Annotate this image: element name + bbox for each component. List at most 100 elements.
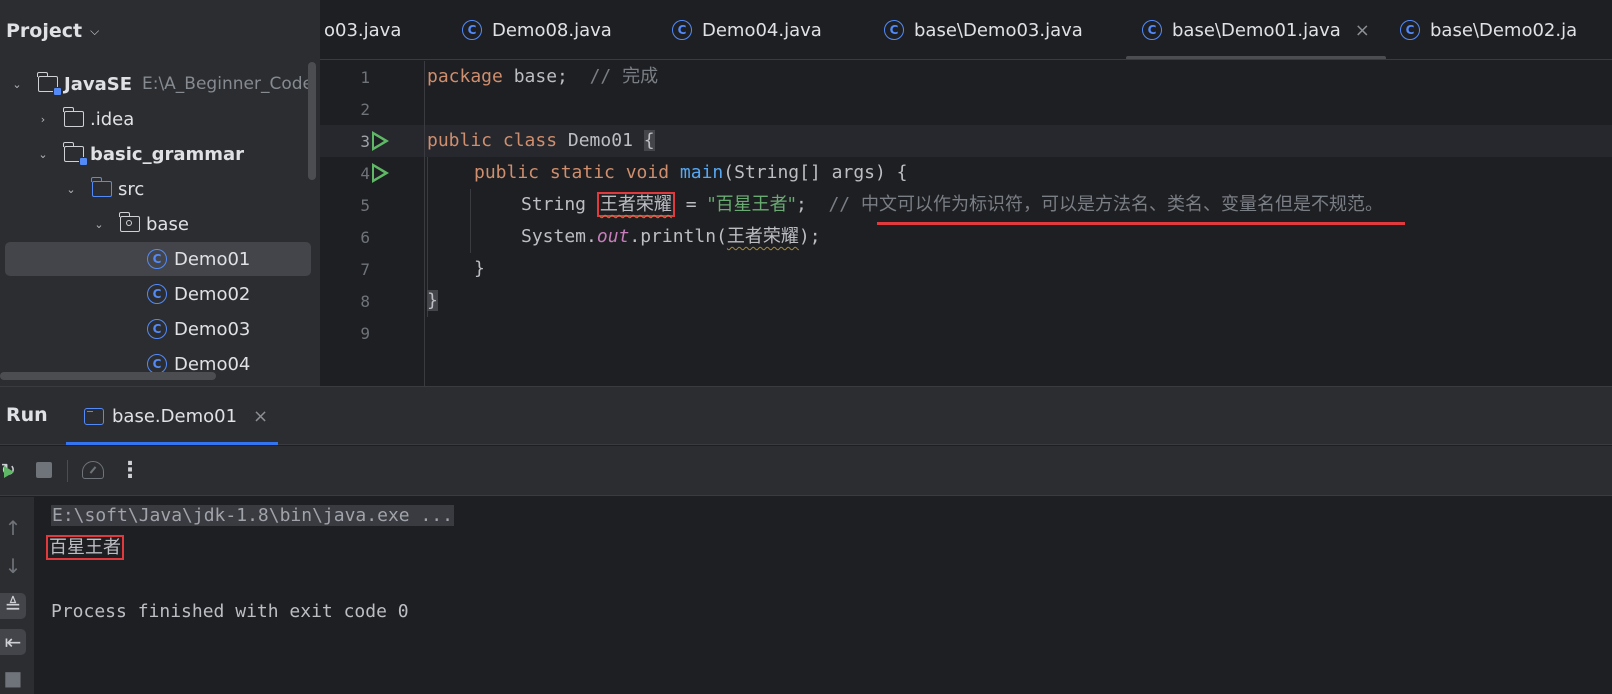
method-name: main	[679, 162, 724, 183]
code-text: );	[798, 226, 821, 247]
code-line-6: System.out.println(王者荣耀);	[521, 221, 821, 253]
tree-item-javase[interactable]: ⌄ JavaSE E:\A_Beginner_Code	[0, 67, 320, 101]
module-folder-icon	[63, 142, 88, 166]
tab-label: Demo08.java	[492, 19, 612, 41]
console-output-text: 百星王者	[49, 537, 121, 558]
tab-base-demo03[interactable]: C base\Demo03.java	[884, 0, 1083, 59]
code-editor[interactable]: 1 2 3 4 5 6 7 8 9 package base; // 完成 pu…	[320, 61, 1612, 386]
code-line-4: public static void main(String[] args) {	[474, 157, 908, 189]
close-icon[interactable]: ×	[1355, 20, 1370, 41]
tree-item-demo03[interactable]: C Demo03	[0, 312, 320, 346]
project-horizontal-scrollbar[interactable]	[0, 372, 216, 380]
project-vertical-scrollbar[interactable]	[308, 62, 316, 180]
project-view-selector[interactable]: Project ⌵	[6, 18, 99, 44]
keyword: package	[427, 66, 503, 87]
console-command: E:\soft\Java\jdk-1.8\bin\java.exe ...	[51, 505, 454, 526]
tree-item-basic-grammar[interactable]: ⌄ basic_grammar	[0, 137, 320, 171]
up-arrow-icon[interactable]: ↑	[0, 515, 26, 541]
keyword: public class	[427, 130, 558, 151]
run-header: Run base.Demo01 ×	[0, 387, 1612, 445]
tab-demo04[interactable]: C Demo04.java	[672, 0, 822, 59]
chevron-down-icon: ⌵	[90, 23, 100, 38]
run-title: Run	[6, 404, 48, 426]
tab-label: base\Demo02.ja	[1430, 19, 1578, 41]
rerun-icon[interactable]: ↻	[0, 458, 20, 482]
tree-item-label: Demo03	[174, 318, 251, 340]
chevron-down-icon[interactable]: ⌄	[10, 78, 24, 91]
tab-label: Demo04.java	[702, 19, 822, 41]
code-line-1: package base; // 完成	[427, 61, 658, 93]
tab-label: o03.java	[324, 19, 402, 41]
line-number: 5	[360, 196, 370, 215]
console-icon	[84, 407, 104, 425]
line-number: 7	[360, 260, 370, 279]
java-class-icon: C	[1400, 20, 1420, 40]
console-exit-line: Process finished with exit code 0	[51, 601, 409, 622]
tree-item-label: Demo01	[174, 248, 251, 270]
chevron-down-icon[interactable]: ⌄	[64, 183, 78, 196]
tree-item-base[interactable]: ⌄ base	[0, 207, 320, 241]
coverage-icon[interactable]	[81, 458, 105, 482]
code-line-5: String 王者荣耀 = "百星王者"; // 中文可以作为标识符，可以是方法…	[521, 189, 1383, 221]
run-main-gutter-icon[interactable]	[372, 163, 390, 183]
variable-name: 王者荣耀	[599, 194, 672, 215]
tree-item-demo02[interactable]: C Demo02	[0, 277, 320, 311]
down-arrow-icon[interactable]: ↓	[0, 553, 26, 579]
code-line-3: public class Demo01 {	[427, 125, 655, 157]
tree-item-src[interactable]: ⌄ src	[0, 172, 320, 206]
tree-item-label: src	[118, 178, 145, 200]
type-name: String	[521, 194, 597, 215]
line-number: 4	[360, 164, 370, 183]
line-number: 2	[360, 100, 370, 119]
package-icon	[119, 212, 140, 232]
active-tab-indicator	[1126, 56, 1386, 59]
static-field: out	[596, 226, 630, 247]
code-text: ;	[795, 194, 829, 215]
more-options-icon[interactable]: ⋮	[118, 458, 142, 483]
source-folder-icon	[91, 177, 112, 197]
tree-item-label: Demo02	[174, 283, 251, 305]
tab-demo08[interactable]: C Demo08.java	[462, 0, 612, 59]
tree-item-label: .idea	[90, 108, 135, 130]
highlighted-variable-box: 王者荣耀	[596, 192, 675, 217]
chevron-down-icon[interactable]: ⌄	[36, 148, 50, 161]
class-ref: System.	[521, 226, 597, 247]
java-class-icon: C	[147, 249, 167, 269]
tab-base-demo02[interactable]: C base\Demo02.ja	[1400, 0, 1578, 59]
module-folder-icon	[37, 72, 62, 96]
tree-item-label: basic_grammar	[90, 143, 245, 165]
comment-text: 中文可以作为标识符，可以是方法名、类名、变量名但是不规范。	[860, 194, 1383, 215]
soft-wrap-icon[interactable]: ≜	[0, 593, 26, 619]
line-number: 8	[360, 292, 370, 311]
tab-demo03-partial[interactable]: o03.java	[324, 0, 402, 59]
stop-icon[interactable]	[32, 458, 56, 482]
line-number: 9	[360, 324, 370, 343]
comment-text: 完成	[622, 66, 659, 87]
variable-ref: 王者荣耀	[726, 226, 799, 247]
brace: }	[474, 258, 485, 279]
project-panel: Project ⌵ ⌄ JavaSE E:\A_Beginner_Code › …	[0, 0, 320, 396]
java-class-icon: C	[884, 20, 904, 40]
chevron-right-icon[interactable]: ›	[36, 113, 50, 126]
console-output-area[interactable]: E:\soft\Java\jdk-1.8\bin\java.exe ... 百星…	[34, 497, 1612, 694]
tree-item-label: base	[146, 213, 189, 235]
scroll-to-end-icon[interactable]: ⇤	[0, 629, 26, 655]
print-icon[interactable]: ■	[0, 665, 26, 691]
tree-item-idea[interactable]: › .idea	[0, 102, 320, 136]
java-class-icon: C	[147, 354, 167, 374]
class-name: Demo01	[557, 130, 644, 151]
run-class-gutter-icon[interactable]	[372, 131, 390, 151]
annotation-underline	[877, 222, 1405, 225]
code-text: base;	[502, 66, 590, 87]
close-icon[interactable]: ×	[253, 406, 268, 427]
tab-base-demo01[interactable]: C base\Demo01.java ×	[1142, 0, 1370, 59]
module-path: E:\A_Beginner_Code	[141, 74, 313, 94]
code-text: =	[674, 194, 708, 215]
chevron-down-icon[interactable]: ⌄	[92, 218, 106, 231]
code-text: (String[] args) {	[723, 162, 908, 183]
tree-item-demo01[interactable]: C Demo01	[5, 242, 311, 276]
run-tab-base-demo01[interactable]: base.Demo01 ×	[66, 387, 278, 445]
toolbar-separator	[67, 460, 68, 482]
java-class-icon: C	[462, 20, 482, 40]
indent-guide	[470, 189, 471, 253]
